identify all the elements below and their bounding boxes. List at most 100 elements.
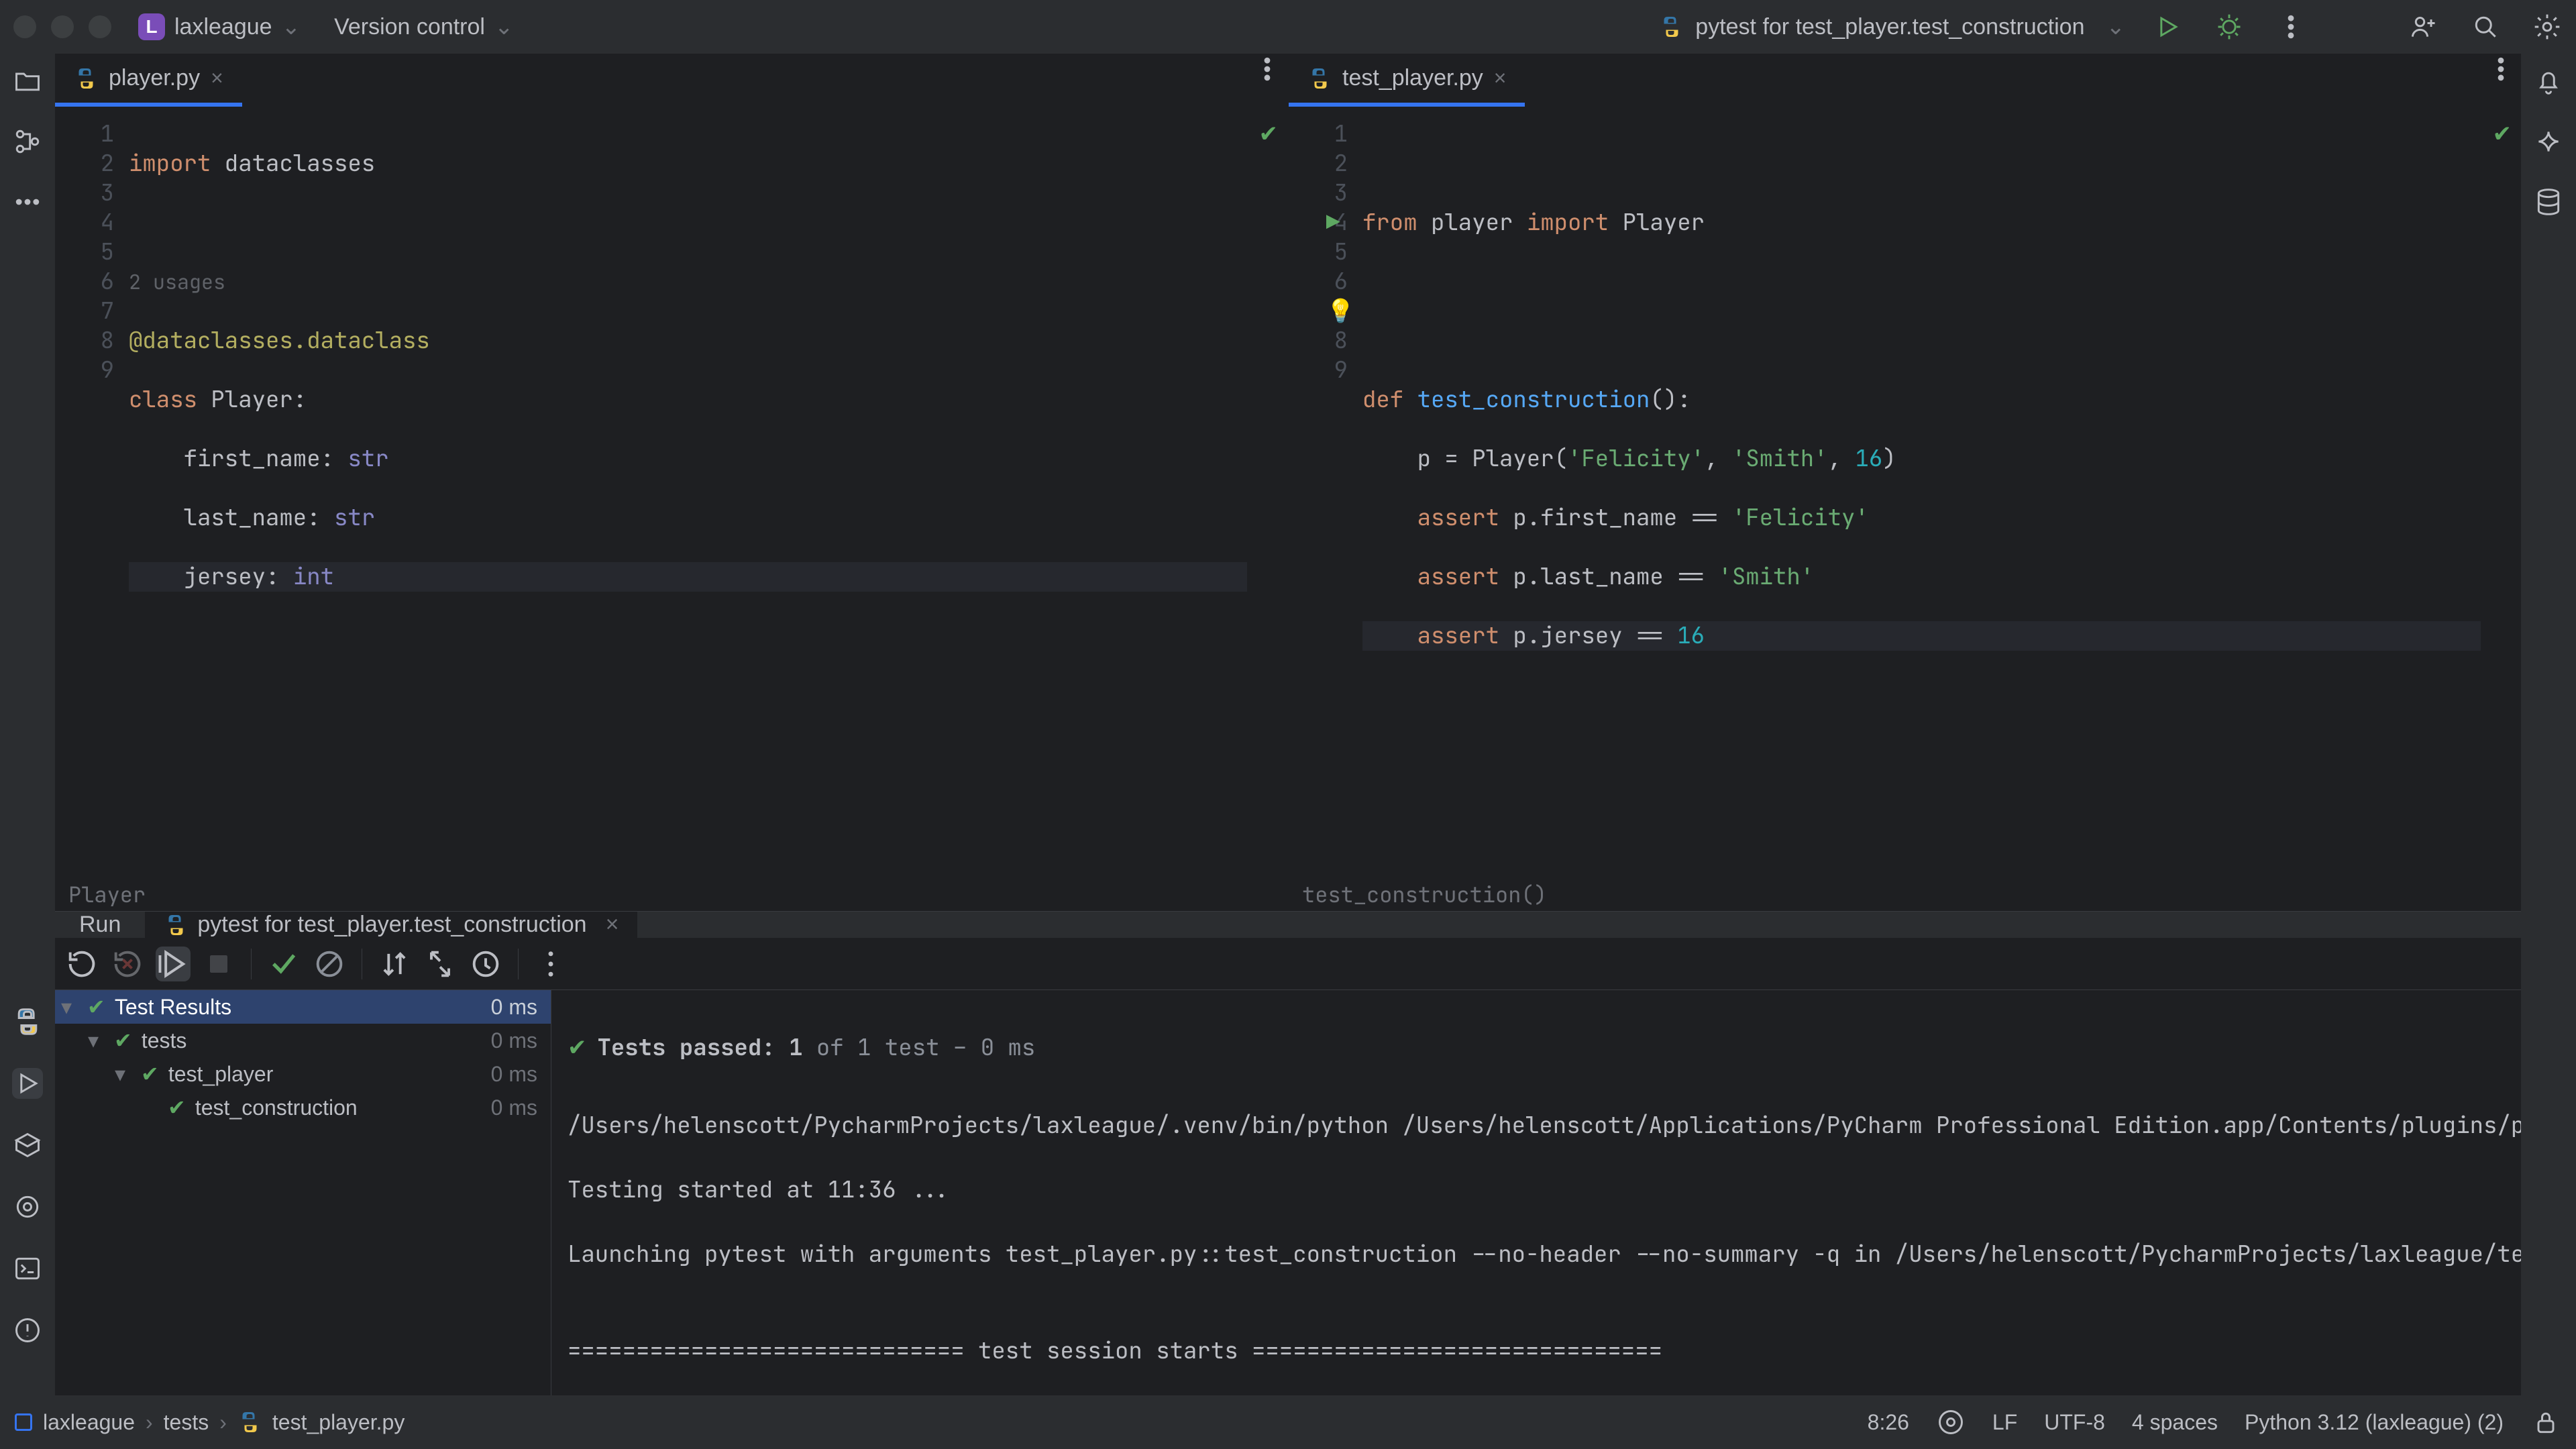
readonly-lock-icon[interactable] bbox=[2530, 1407, 2561, 1438]
check-icon: ✔ bbox=[114, 1028, 132, 1053]
nav-breadcrumbs[interactable]: laxleague › tests › test_player.py bbox=[15, 1410, 405, 1435]
test-summary-count: Tests passed: 1 bbox=[598, 1032, 803, 1063]
line-numbers: 123456789 bbox=[1289, 107, 1362, 877]
run-tool-title[interactable]: Run bbox=[55, 912, 145, 938]
check-icon: ✔ bbox=[168, 1095, 186, 1120]
stop-icon[interactable] bbox=[201, 947, 236, 981]
more-actions-icon[interactable] bbox=[2275, 11, 2306, 42]
tab-label: player.py bbox=[109, 65, 200, 91]
tree-label: tests bbox=[142, 1028, 187, 1053]
bottom-left-tool-stripe bbox=[0, 1006, 55, 1346]
project-badge[interactable]: L bbox=[138, 13, 165, 40]
intention-bulb-icon[interactable]: 💡 bbox=[1326, 297, 1354, 326]
run-tab-config[interactable]: pytest for test_player.test_construction… bbox=[145, 912, 637, 938]
python-file-icon bbox=[1307, 66, 1332, 91]
tree-time: 0 ms bbox=[491, 1062, 537, 1087]
ai-assistant-icon[interactable] bbox=[2533, 126, 2564, 157]
chevron-down-icon[interactable]: ▾ bbox=[55, 994, 78, 1020]
run-config-selector[interactable]: pytest for test_player.test_construction… bbox=[1659, 13, 2125, 40]
python-console-icon[interactable] bbox=[12, 1006, 43, 1037]
problems-icon[interactable] bbox=[12, 1315, 43, 1346]
python-packages-icon[interactable] bbox=[12, 1130, 43, 1161]
code-with-me-icon[interactable] bbox=[2408, 11, 2439, 42]
editor-more-icon[interactable] bbox=[1247, 54, 1287, 85]
chevron-down-icon[interactable]: ⌄ bbox=[2106, 13, 2126, 40]
close-run-tab-icon[interactable]: × bbox=[606, 912, 619, 938]
line-separator-icon[interactable] bbox=[1936, 1407, 1966, 1438]
chevron-down-icon[interactable]: ▾ bbox=[82, 1028, 105, 1053]
chevron-down-icon[interactable]: ▾ bbox=[109, 1061, 131, 1087]
minimize-window-icon[interactable] bbox=[51, 15, 74, 38]
chevron-down-icon[interactable]: ⌄ bbox=[282, 13, 301, 40]
tree-label: test_player bbox=[168, 1062, 274, 1087]
test-summary-rest: of 1 test – 0 ms bbox=[803, 1032, 1036, 1063]
services-icon[interactable] bbox=[12, 1191, 43, 1222]
test-console[interactable]: ✔Tests passed: 1 of 1 test – 0 ms /Users… bbox=[551, 990, 2576, 1449]
window-controls bbox=[13, 15, 111, 38]
run-gutter-icon[interactable]: ▶ bbox=[1326, 208, 1340, 237]
tree-time: 0 ms bbox=[491, 1028, 537, 1053]
code-editor[interactable]: ▶ 💡 from player import Player def test_c… bbox=[1362, 107, 2481, 877]
search-icon[interactable] bbox=[2470, 11, 2501, 42]
editor-more-icon[interactable] bbox=[2481, 54, 2521, 85]
terminal-icon[interactable] bbox=[12, 1253, 43, 1284]
tab-player-py[interactable]: player.py × bbox=[55, 54, 242, 107]
run-tool-icon[interactable] bbox=[12, 1068, 43, 1099]
project-name[interactable]: laxleague bbox=[174, 14, 272, 40]
inspection-ok-icon[interactable]: ✔ bbox=[2493, 119, 2512, 149]
settings-icon[interactable] bbox=[2532, 11, 2563, 42]
close-tab-icon[interactable]: × bbox=[211, 66, 223, 91]
python-file-icon bbox=[74, 66, 98, 91]
editor-pane-left: player.py × 123456789 import dataclasses… bbox=[55, 54, 1287, 911]
show-ignored-icon[interactable] bbox=[312, 947, 347, 981]
breadcrumb[interactable]: test_construction() bbox=[1289, 877, 2521, 911]
file-encoding[interactable]: UTF-8 bbox=[2044, 1410, 2105, 1435]
tree-root[interactable]: ▾ ✔ Test Results 0 ms bbox=[55, 990, 551, 1024]
python-icon bbox=[164, 913, 188, 937]
more-tools-icon[interactable] bbox=[12, 186, 43, 217]
usage-hint[interactable]: 2 usages bbox=[129, 268, 225, 295]
tree-node[interactable]: ▾ ✔ test_player 0 ms bbox=[55, 1057, 551, 1091]
run-button[interactable] bbox=[2152, 11, 2183, 42]
title-bar: L laxleague ⌄ Version control ⌄ pytest f… bbox=[0, 0, 2576, 54]
line-separator[interactable]: LF bbox=[1992, 1410, 2017, 1435]
tab-label: test_player.py bbox=[1342, 65, 1483, 91]
editor-pane-right: test_player.py × 123456789 ▶ 💡 from play… bbox=[1289, 54, 2521, 911]
maximize-window-icon[interactable] bbox=[89, 15, 111, 38]
test-history-icon[interactable] bbox=[468, 947, 503, 981]
indent-config[interactable]: 4 spaces bbox=[2132, 1410, 2218, 1435]
inspection-ok-icon[interactable]: ✔ bbox=[1259, 119, 1279, 149]
close-window-icon[interactable] bbox=[13, 15, 36, 38]
notifications-icon[interactable] bbox=[2533, 66, 2564, 97]
tree-leaf[interactable]: ✔ test_construction 0 ms bbox=[55, 1091, 551, 1124]
version-control-menu[interactable]: Version control bbox=[334, 14, 485, 40]
sort-icon[interactable] bbox=[377, 947, 412, 981]
chevron-down-icon[interactable]: ⌄ bbox=[494, 13, 514, 40]
close-tab-icon[interactable]: × bbox=[1494, 66, 1507, 91]
rerun-failed-icon[interactable] bbox=[110, 947, 145, 981]
python-icon bbox=[1659, 15, 1683, 39]
code-editor[interactable]: import dataclasses 2 usages @dataclasses… bbox=[129, 107, 1247, 877]
tab-test-player-py[interactable]: test_player.py × bbox=[1289, 54, 1525, 107]
line-numbers: 123456789 bbox=[55, 107, 129, 877]
run-tab-label: pytest for test_player.test_construction bbox=[197, 912, 586, 938]
crumb[interactable]: test_player.py bbox=[272, 1410, 405, 1435]
interpreter[interactable]: Python 3.12 (laxleague) (2) bbox=[2245, 1410, 2504, 1435]
run-tool-window: Run pytest for test_player.test_construc… bbox=[55, 911, 2521, 1395]
toggle-auto-test-icon[interactable] bbox=[156, 947, 191, 981]
debug-button[interactable] bbox=[2214, 11, 2245, 42]
rerun-icon[interactable] bbox=[64, 947, 99, 981]
crumb[interactable]: laxleague bbox=[43, 1410, 135, 1435]
database-icon[interactable] bbox=[2533, 186, 2564, 217]
tree-node[interactable]: ▾ ✔ tests 0 ms bbox=[55, 1024, 551, 1057]
structure-tool-icon[interactable] bbox=[12, 126, 43, 157]
breadcrumb[interactable]: Player bbox=[55, 877, 1287, 911]
test-tree[interactable]: ▾ ✔ Test Results 0 ms ▾ ✔ tests 0 ms bbox=[55, 990, 551, 1449]
more-icon[interactable] bbox=[533, 947, 568, 981]
check-icon: ✔ bbox=[87, 994, 105, 1020]
crumb[interactable]: tests bbox=[164, 1410, 209, 1435]
expand-all-icon[interactable] bbox=[423, 947, 458, 981]
caret-position[interactable]: 8:26 bbox=[1868, 1410, 1909, 1435]
project-tool-icon[interactable] bbox=[12, 66, 43, 97]
show-passed-icon[interactable] bbox=[266, 947, 301, 981]
